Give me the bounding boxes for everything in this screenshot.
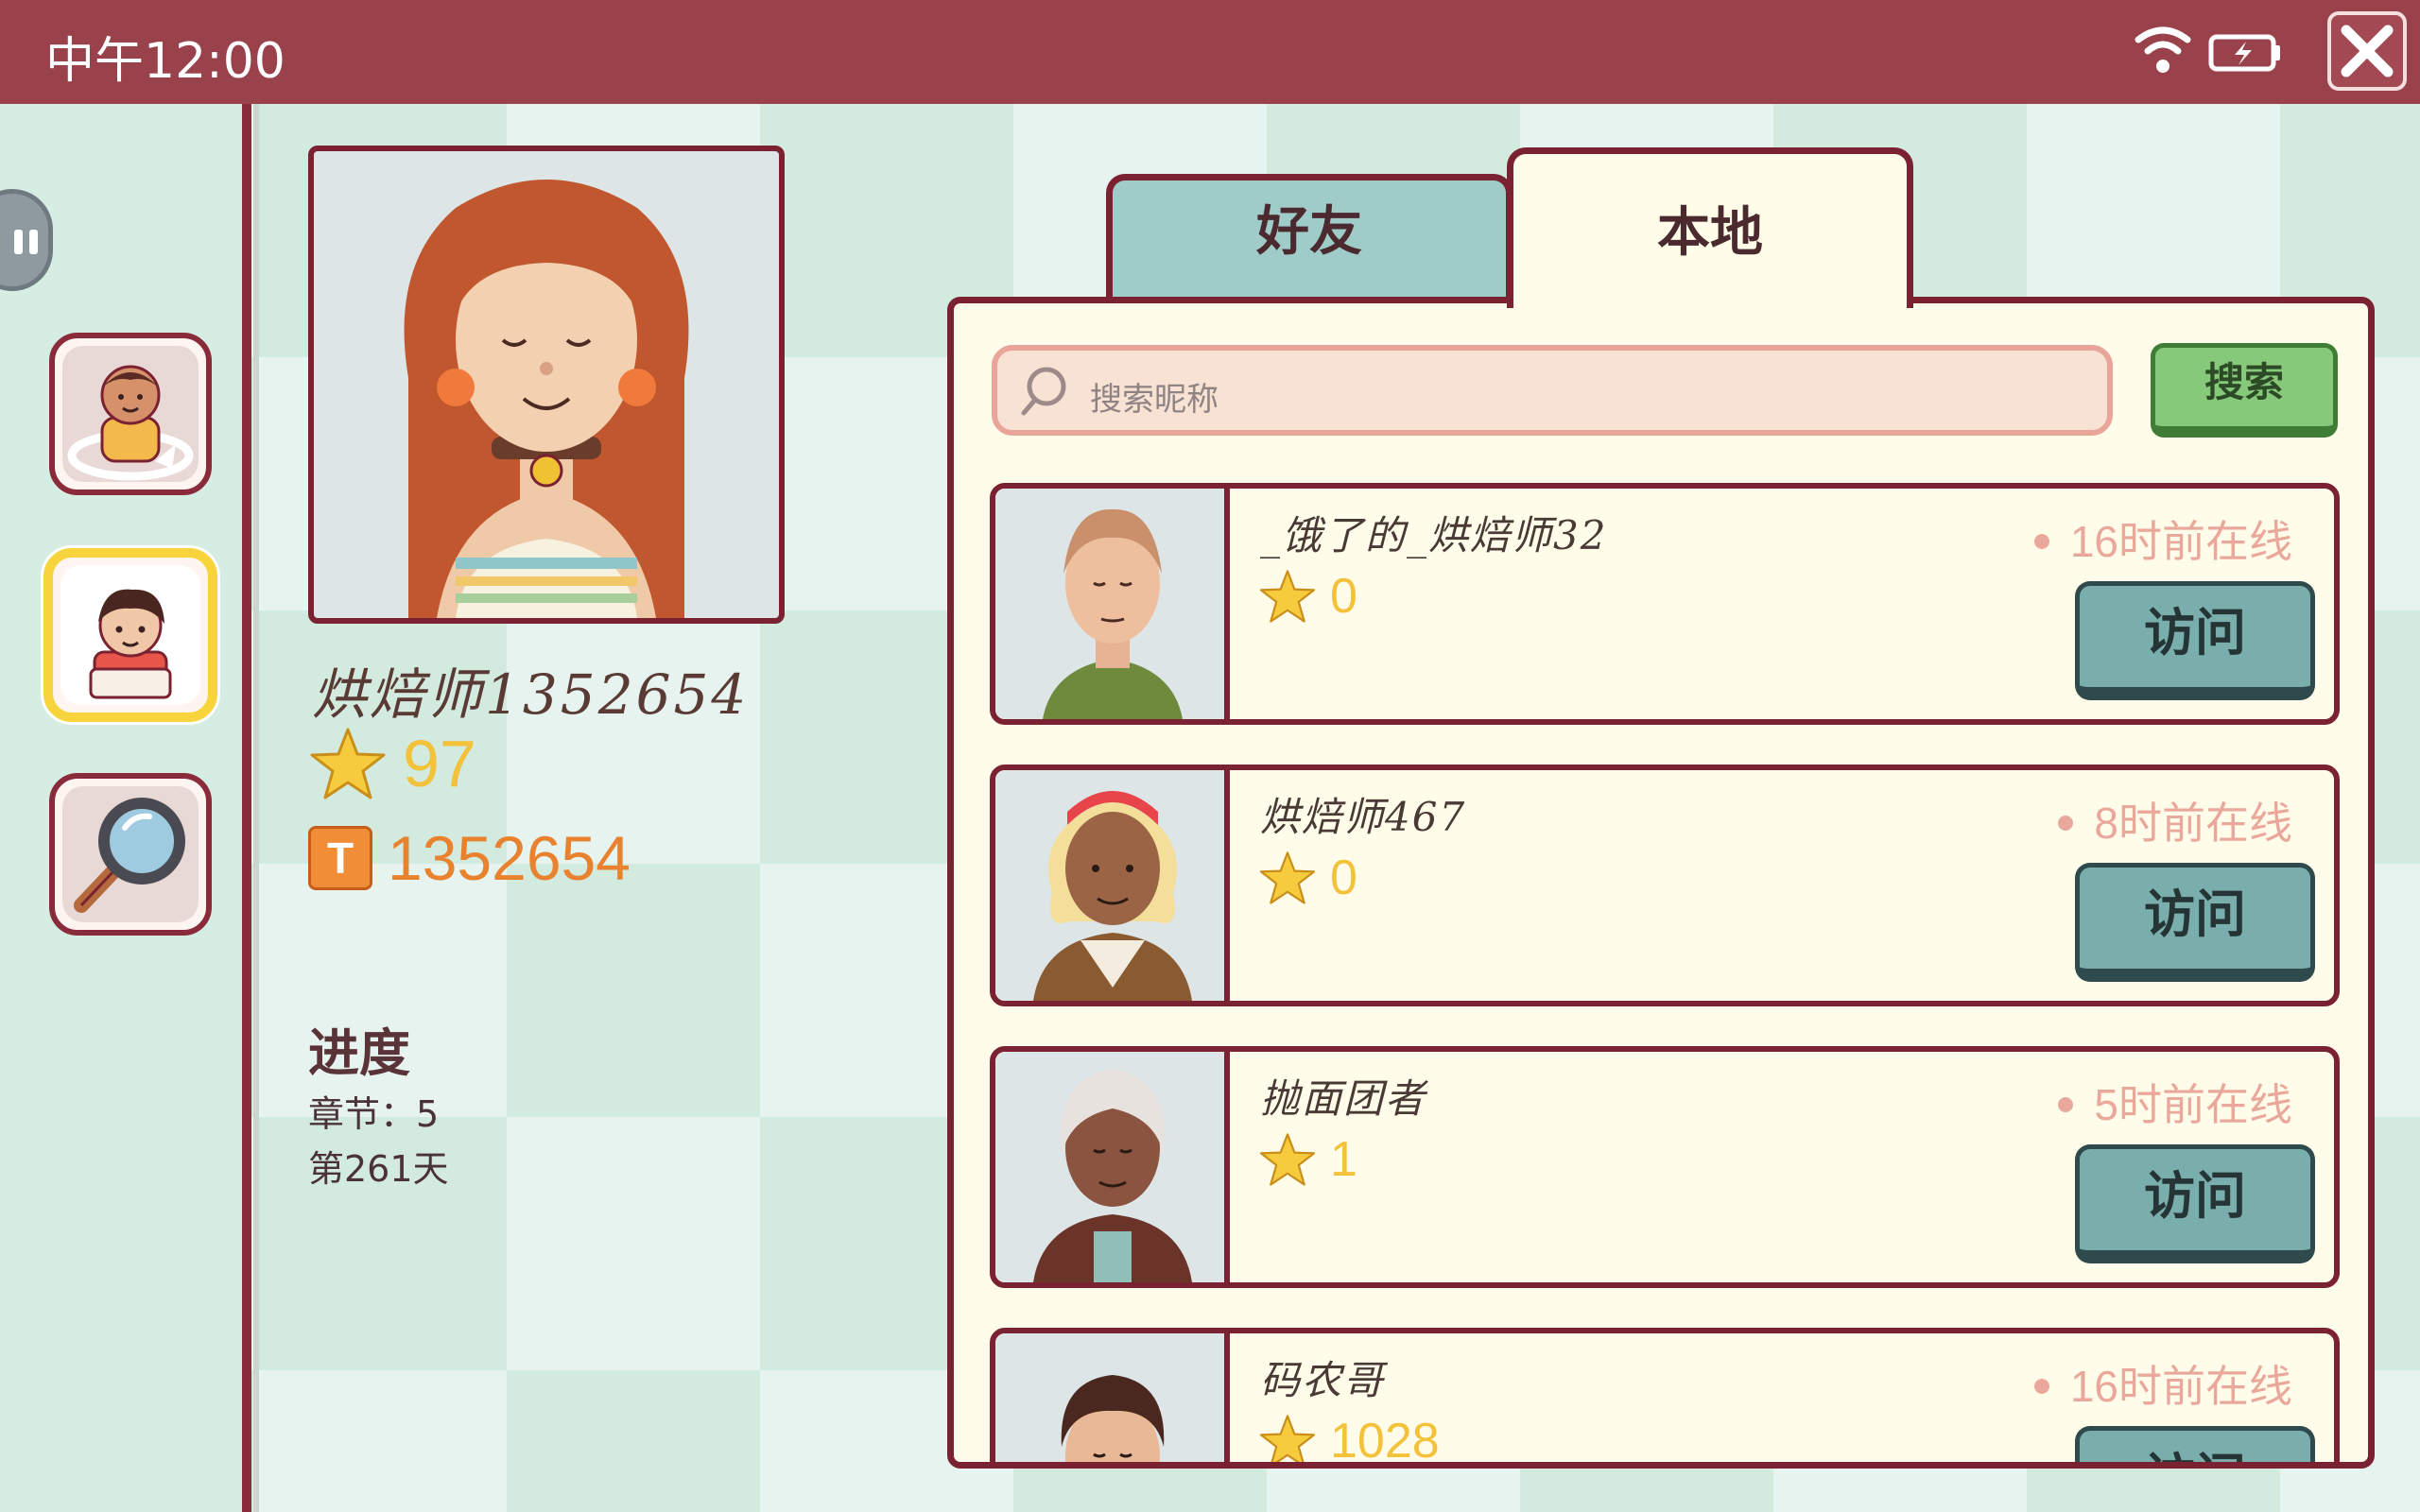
player-card: 码农哥 1028 16时前在线 访问 — [990, 1328, 2340, 1469]
magnifier-icon — [74, 798, 185, 913]
player-card-avatar — [995, 770, 1230, 1001]
player-card: _饿了的_烘焙师32 0 16时前在线 访问 — [990, 483, 2340, 725]
player-coins: T 1352654 — [308, 820, 631, 896]
player-avatar-image — [404, 180, 689, 618]
player-card-avatar — [995, 489, 1230, 719]
online-dot-icon — [2058, 815, 2074, 831]
tab-friends[interactable]: 好友 — [1106, 174, 1512, 306]
star-icon — [1259, 851, 1316, 904]
wifi-icon — [2135, 26, 2191, 73]
sidebar-button-trade[interactable] — [49, 333, 212, 495]
star-icon — [1259, 1133, 1316, 1186]
player-card-name: 烘焙师467 — [1260, 794, 1467, 840]
close-icon — [2341, 25, 2394, 77]
progress-chapter: 章节：5 — [308, 1093, 440, 1135]
character-swap-icon — [67, 365, 194, 481]
online-dot-icon — [2033, 1378, 2049, 1394]
sidebar-button-search[interactable] — [49, 773, 212, 936]
visit-button[interactable]: 访问 — [2075, 1144, 2315, 1263]
player-card-stars: 0 — [1258, 568, 1357, 625]
visit-button[interactable]: 访问 — [2075, 1426, 2315, 1462]
visit-button[interactable]: 访问 — [2075, 581, 2315, 700]
player-card-name: 码农哥 — [1260, 1357, 1386, 1403]
player-card-stars: 1028 — [1258, 1413, 1440, 1469]
player-card-name: 抛面团者 — [1260, 1075, 1427, 1122]
sidebar-button-players[interactable] — [43, 548, 217, 722]
progress-title: 进度 — [308, 1023, 410, 1083]
player-stars-value: 97 — [403, 727, 476, 800]
player-card-avatar — [995, 1333, 1230, 1462]
sidebar-divider — [242, 104, 251, 1512]
tab-local[interactable]: 本地 — [1507, 147, 1913, 308]
close-button[interactable] — [2327, 11, 2407, 91]
player-username: 烘焙师1352654 — [312, 662, 750, 727]
player-list-panel: 搜索昵称 搜索 _饿了的_烘焙师32 0 16时前在线 访问 烘焙师467 0 … — [947, 297, 2375, 1469]
player-card-online-status: 5时前在线 — [2058, 1071, 2292, 1133]
player-coins-value: 1352654 — [388, 823, 631, 893]
player-card-name: _饿了的_烘焙师32 — [1260, 512, 1608, 558]
player-card: 烘焙师467 0 8时前在线 访问 — [990, 765, 2340, 1006]
player-card-online-status: 16时前在线 — [2033, 1352, 2292, 1415]
coin-icon: T — [308, 826, 372, 890]
player-card-stars: 1 — [1258, 1131, 1357, 1188]
player-icon — [89, 589, 172, 699]
online-dot-icon — [2033, 533, 2049, 549]
player-portrait — [308, 146, 785, 624]
player-card-stars-value: 0 — [1330, 569, 1357, 624]
player-card-online-status: 16时前在线 — [2033, 507, 2292, 570]
player-stars: 97 — [308, 726, 476, 801]
online-dot-icon — [2058, 1096, 2074, 1112]
search-input[interactable]: 搜索昵称 — [992, 345, 2113, 436]
player-card-avatar — [995, 1052, 1230, 1282]
star-icon — [1259, 1415, 1316, 1462]
player-card-stars-value: 0 — [1330, 850, 1357, 905]
tab-joint — [1513, 291, 1907, 306]
player-card-stars-value: 1028 — [1330, 1414, 1440, 1469]
search-placeholder: 搜索昵称 — [1090, 381, 1219, 419]
battery-icon — [2208, 34, 2280, 72]
visit-button[interactable]: 访问 — [2075, 863, 2315, 982]
star-icon — [1259, 570, 1316, 623]
player-card-stars-value: 1 — [1330, 1132, 1357, 1187]
status-bar: 中午12:00 — [0, 0, 2420, 104]
search-icon — [1021, 367, 1066, 416]
search-button[interactable]: 搜索 — [2151, 343, 2338, 438]
progress-day: 第261天 — [308, 1148, 449, 1190]
player-card-stars: 0 — [1258, 850, 1357, 906]
star-icon — [310, 728, 386, 799]
player-card-online-status: 8时前在线 — [2058, 789, 2292, 851]
clock: 中午12:00 — [45, 33, 285, 90]
player-card: 抛面团者 1 5时前在线 访问 — [990, 1046, 2340, 1288]
sidebar-divider-shadow — [253, 104, 259, 1512]
